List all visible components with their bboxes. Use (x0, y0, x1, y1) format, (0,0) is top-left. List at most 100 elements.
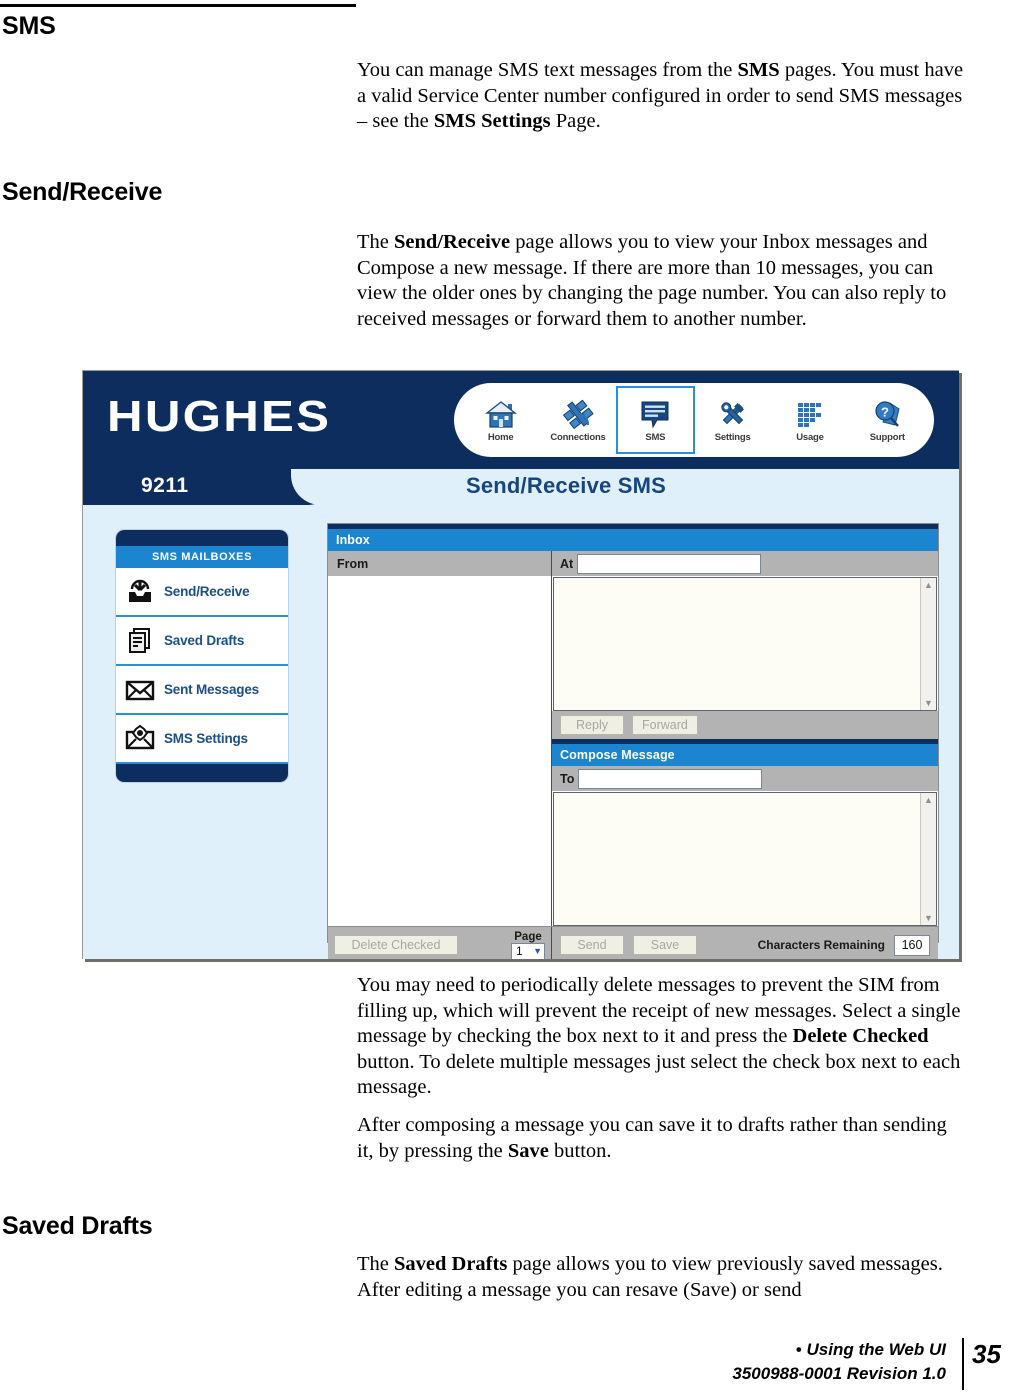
main-navigation: Home Connections SMS Settings Usage ? Su… (454, 383, 934, 457)
message-list-column: From (328, 551, 552, 926)
nav-label-usage: Usage (796, 432, 824, 443)
compose-panel-title: Compose Message (552, 744, 938, 766)
sms-content-area: Inbox From At ▲ ▼ Reply Forward Compose … (327, 523, 939, 959)
nav-label-settings: Settings (714, 432, 751, 443)
footer-line-2: 3500988-0001 Revision 1.0 (732, 1364, 946, 1383)
at-field-row: At (552, 551, 938, 576)
p1-text-e: Page. (550, 110, 601, 132)
list-footer-controls: Delete Checked Page 1 ▼ (328, 927, 552, 959)
paragraph-delete-messages: You may need to periodically delete mess… (357, 973, 965, 1101)
paragraph-save-drafts: After composing a message you can save i… (357, 1113, 965, 1164)
heading-sms: SMS (2, 12, 56, 40)
ui-title-strip: 9211 Send/Receive SMS (83, 469, 959, 515)
received-message-scrollbar[interactable]: ▲ ▼ (920, 578, 936, 710)
envelope-icon (125, 675, 155, 705)
p4-bold-save: Save (507, 1139, 549, 1162)
p2-bold-send-receive: Send/Receive (394, 231, 511, 253)
page-selector-group: Page 1 ▼ (511, 930, 545, 959)
nav-label-connections: Connections (550, 432, 606, 443)
to-input[interactable] (578, 768, 763, 789)
inbox-split: From At ▲ ▼ Reply Forward Compose Messag… (328, 551, 938, 926)
p4-text-c: button. (548, 1139, 612, 1162)
heading-send-receive: Send/Receive (2, 178, 163, 206)
mailbox-panel-title: SMS MAILBOXES (116, 546, 288, 568)
message-bubble-icon (638, 397, 672, 431)
ui-header-bar: HUGHES Home Connections SMS Settings Usa… (83, 371, 959, 469)
paragraph-send-receive: The Send/Receive page allows you to view… (357, 230, 965, 332)
nav-label-support: Support (869, 432, 905, 443)
sms-mailboxes-panel: SMS MAILBOXES Send/Receive Saved Drafts … (115, 529, 289, 783)
page-label: Page (514, 930, 542, 943)
from-column-header: From (328, 551, 551, 576)
page-dropdown-value: 1 (516, 944, 523, 958)
message-detail-column: At ▲ ▼ Reply Forward Compose Message To (552, 551, 938, 926)
compose-message-scrollbar[interactable]: ▲ ▼ (920, 793, 936, 925)
chevron-down-icon: ▼ (533, 946, 542, 956)
p5-text-a: The (357, 1253, 394, 1275)
reply-button[interactable]: Reply (560, 715, 624, 735)
bar-grid-icon (793, 397, 827, 431)
nav-item-connections[interactable]: Connections (539, 387, 616, 453)
question-magnifier-icon: ? (870, 397, 904, 431)
compose-scroll-down-arrow-icon[interactable]: ▼ (921, 911, 936, 925)
nav-item-home[interactable]: Home (462, 387, 539, 453)
compose-scroll-up-arrow-icon[interactable]: ▲ (921, 793, 936, 807)
scroll-up-arrow-icon[interactable]: ▲ (921, 578, 936, 592)
home-icon (484, 397, 518, 431)
p4-text-a: After composing a message you can save i… (357, 1114, 947, 1162)
at-input[interactable] (577, 553, 762, 574)
compose-message-textarea[interactable]: ▲ ▼ (553, 792, 937, 926)
send-button[interactable]: Send (560, 935, 624, 955)
web-ui-screenshot: HUGHES Home Connections SMS Settings Usa… (82, 370, 959, 959)
footer-divider (962, 1338, 964, 1390)
mailbox-top-cap (116, 530, 288, 546)
to-label: To (560, 771, 575, 786)
p5-bold-saved-drafts: Saved Drafts (394, 1253, 508, 1275)
page-dropdown[interactable]: 1 ▼ (511, 942, 545, 959)
sidebar-item-sent-messages[interactable]: Sent Messages (116, 666, 288, 715)
nav-item-settings[interactable]: Settings (694, 387, 771, 453)
sidebar-item-saved-drafts[interactable]: Saved Drafts (116, 617, 288, 666)
paragraph-sms-intro: You can manage SMS text messages from th… (357, 58, 965, 135)
nav-item-support[interactable]: ? Support (849, 387, 926, 453)
compose-footer-controls: Send Save Characters Remaining 160 (552, 927, 938, 959)
satellite-icon (561, 397, 595, 431)
svg-text:?: ? (881, 405, 889, 420)
nav-item-usage[interactable]: Usage (771, 387, 848, 453)
content-footer-bar: Delete Checked Page 1 ▼ Send Save Charac… (328, 926, 938, 959)
p1-text-a: You can manage SMS text messages from th… (357, 59, 738, 81)
envelope-gear-icon (125, 724, 155, 754)
p2-text-a: The (357, 231, 394, 253)
sidebar-label-sent-messages: Sent Messages (164, 682, 259, 697)
paragraph-saved-drafts: The Saved Drafts page allows you to view… (357, 1252, 965, 1303)
page-footer: • Using the Web UI 3500988-0001 Revision… (0, 1336, 1026, 1393)
nav-label-sms: SMS (645, 432, 666, 443)
documents-icon (125, 626, 155, 656)
nav-label-home: Home (487, 432, 514, 443)
p1-bold-sms: SMS (737, 59, 780, 81)
p3-text-c: button. To delete multiple messages just… (357, 1050, 961, 1099)
forward-button[interactable]: Forward (632, 715, 698, 735)
received-message-textarea[interactable]: ▲ ▼ (553, 577, 937, 711)
sidebar-label-send-receive: Send/Receive (164, 584, 250, 599)
heading-saved-drafts: Saved Drafts (2, 1212, 153, 1240)
save-button[interactable]: Save (633, 935, 697, 955)
p1-bold-sms-settings: SMS Settings (433, 110, 551, 132)
header-rule (0, 4, 356, 7)
hughes-logo: HUGHES (107, 392, 332, 441)
message-list[interactable] (328, 576, 551, 866)
sidebar-item-sms-settings[interactable]: SMS Settings (116, 715, 288, 764)
page-number: 35 (972, 1339, 1001, 1369)
characters-remaining-value: 160 (894, 934, 930, 956)
delete-checked-button[interactable]: Delete Checked (334, 935, 458, 955)
sidebar-item-send-receive[interactable]: Send/Receive (116, 568, 288, 617)
scroll-down-arrow-icon[interactable]: ▼ (921, 696, 936, 710)
mailbox-bottom-cap (116, 764, 288, 782)
sidebar-label-saved-drafts: Saved Drafts (164, 633, 245, 648)
inbox-download-icon (125, 577, 155, 607)
tools-icon (716, 397, 750, 431)
inbox-panel-title: Inbox (328, 529, 938, 551)
footer-text: • Using the Web UI 3500988-0001 Revision… (386, 1338, 946, 1386)
sidebar-label-sms-settings: SMS Settings (164, 731, 248, 746)
nav-item-sms[interactable]: SMS (615, 386, 695, 454)
